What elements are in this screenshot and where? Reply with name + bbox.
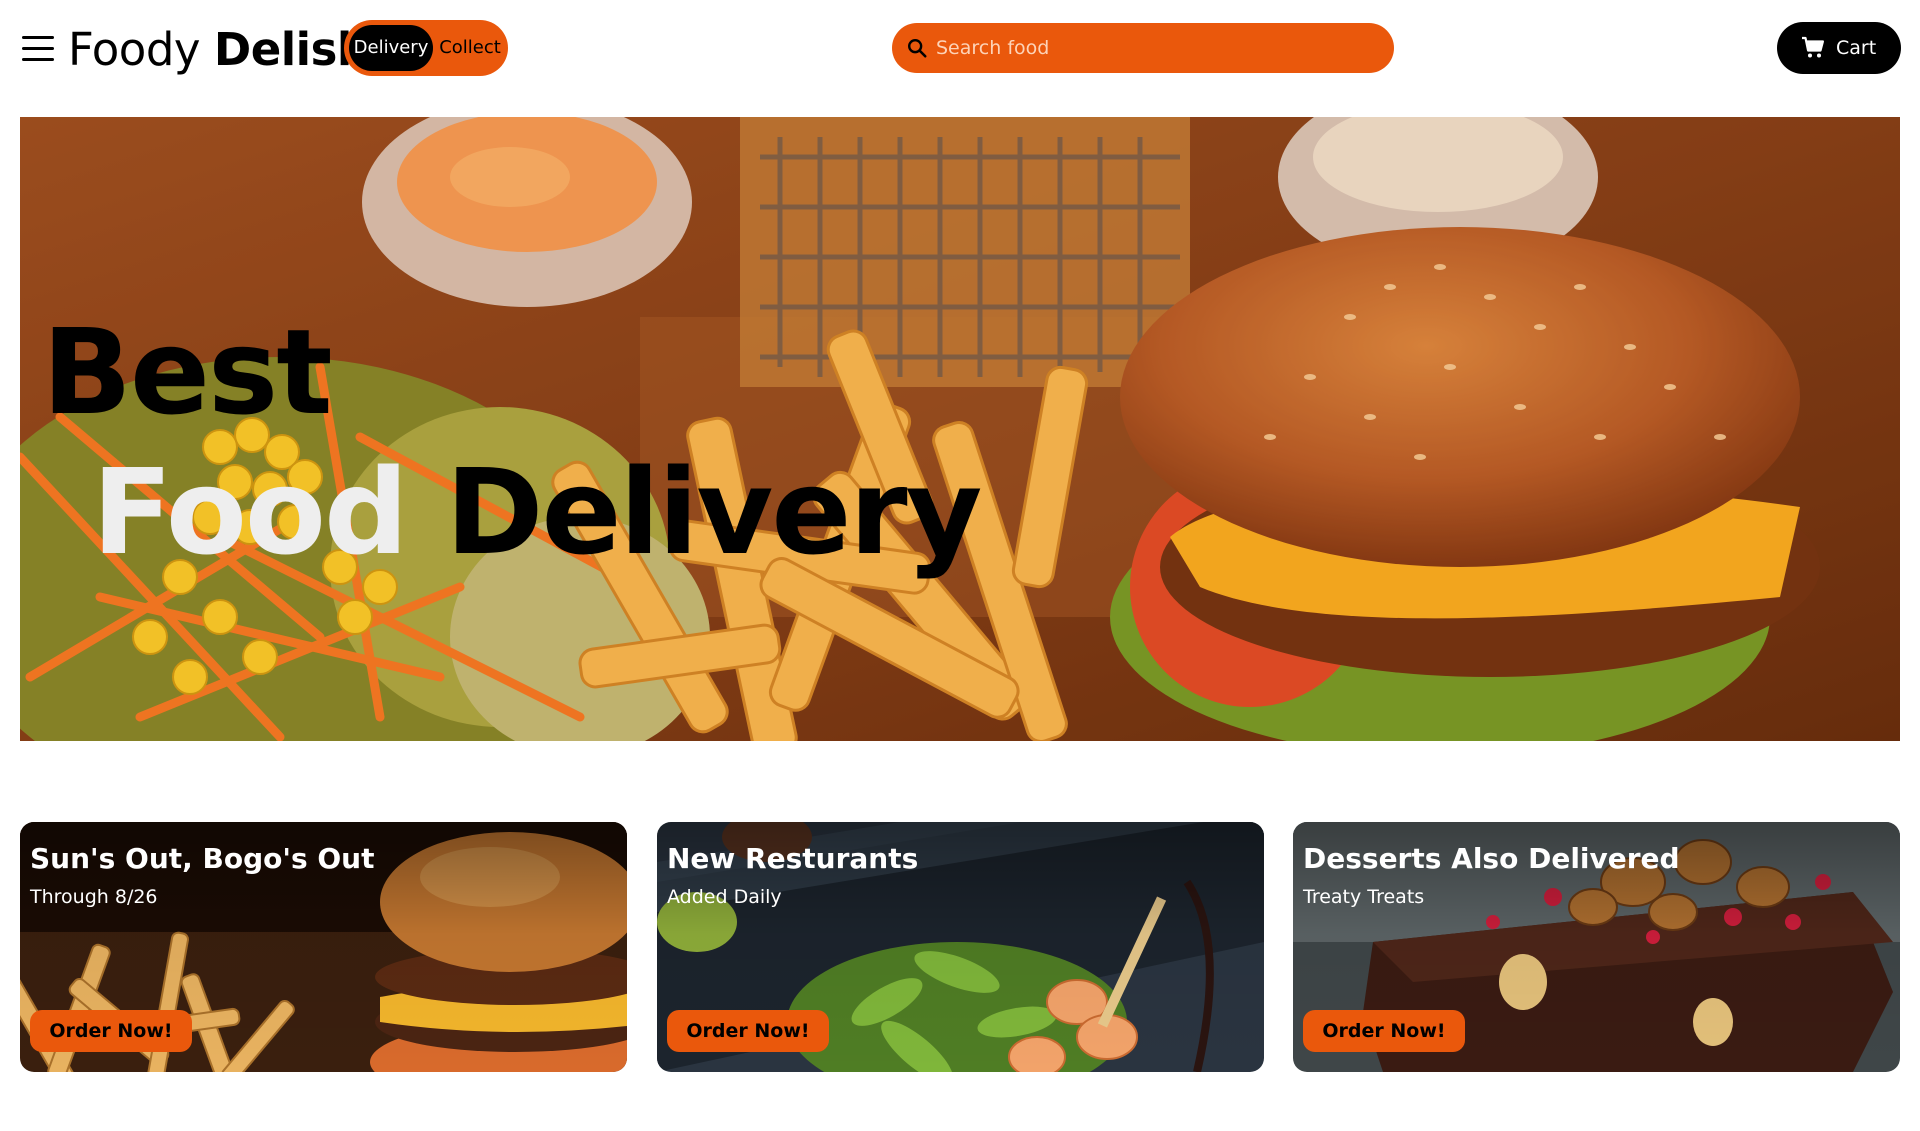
search-input[interactable] <box>936 23 1376 73</box>
hero-headline-line1: Best <box>42 303 333 441</box>
delivery-collect-toggle: Delivery Collect <box>344 20 508 76</box>
top-navigation-bar: Foody Delish Delivery Collect Cart <box>0 0 1920 100</box>
logo-text-foody: Foody <box>68 23 201 76</box>
search-bar <box>892 23 1394 73</box>
delivery-toggle-option[interactable]: Delivery <box>349 25 433 71</box>
order-now-button[interactable]: Order Now! <box>1303 1010 1465 1052</box>
promo-card-new-restaurants[interactable]: New Resturants Added Daily Order Now! <box>657 822 1264 1072</box>
collect-toggle-option[interactable]: Collect <box>436 25 504 71</box>
promo-card-subtitle: Through 8/26 <box>30 886 158 908</box>
order-now-button[interactable]: Order Now! <box>30 1010 192 1052</box>
search-icon <box>908 39 927 58</box>
promo-card-desserts[interactable]: Desserts Also Delivered Treaty Treats Or… <box>1293 822 1900 1072</box>
cart-label: Cart <box>1836 37 1877 59</box>
hero-word-food: Food <box>92 443 408 581</box>
hamburger-menu-icon[interactable] <box>22 34 54 64</box>
promo-card-title: Sun's Out, Bogo's Out <box>30 842 375 875</box>
shopping-cart-icon <box>1802 36 1824 58</box>
hero-banner: Best Food Delivery <box>20 117 1900 741</box>
order-now-button[interactable]: Order Now! <box>667 1010 829 1052</box>
promo-card-bogo[interactable]: Sun's Out, Bogo's Out Through 8/26 Order… <box>20 822 627 1072</box>
site-logo[interactable]: Foody Delish <box>68 23 369 76</box>
promo-card-subtitle: Treaty Treats <box>1303 886 1425 908</box>
cart-button[interactable]: Cart <box>1777 22 1901 74</box>
hero-headline: Best Food Delivery <box>42 302 983 582</box>
hero-headline-line2: Food Delivery <box>42 442 983 582</box>
promo-card-title: New Resturants <box>667 842 919 875</box>
hero-word-delivery: Delivery <box>445 443 983 581</box>
promo-card-subtitle: Added Daily <box>667 886 782 908</box>
promo-card-title: Desserts Also Delivered <box>1303 842 1680 875</box>
